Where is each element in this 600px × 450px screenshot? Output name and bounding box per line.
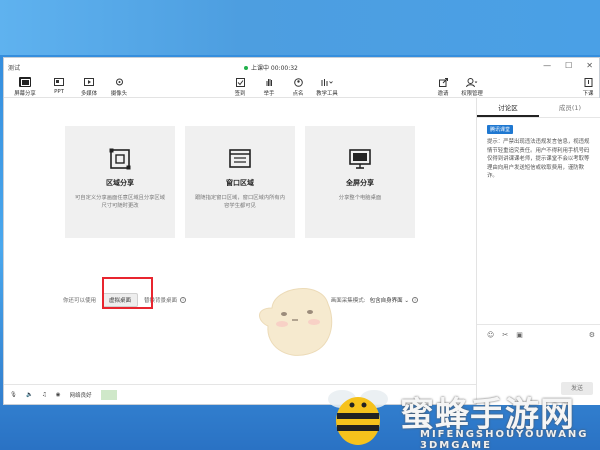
- ppt-icon: [53, 77, 65, 87]
- chat-toolbar: ☺ ✂ ▣ ⚙: [487, 331, 595, 339]
- watermark-subtext: MIFENGSHOUYOUWANG 3DMGAME: [420, 429, 589, 450]
- fullscreen-share-icon: [349, 149, 371, 169]
- rollcall-button[interactable]: 点名: [285, 77, 311, 97]
- window-controls: — ☐ ✕: [543, 61, 593, 70]
- end-class-button[interactable]: 下课: [575, 77, 600, 97]
- capture-mode-select[interactable]: 包含自身界面 ⌄: [370, 296, 409, 304]
- card-description: 分享整个电脑桌面: [338, 195, 382, 201]
- notice-text: 提示：严禁出现违法违规发言信息，视违规情节轻重追究责任。用户不得利用手机号码仅得…: [487, 139, 590, 179]
- platform-badge: 腾讯课堂: [487, 125, 514, 134]
- tab-ppt[interactable]: PPT: [46, 77, 72, 95]
- chevron-down-icon: ⌄: [404, 298, 409, 304]
- titlebar: 测试 上课中 00:00:32 — ☐ ✕: [4, 58, 599, 75]
- close-button[interactable]: ✕: [586, 61, 593, 70]
- info-icon[interactable]: i: [412, 297, 418, 303]
- fullscreen-share-card[interactable]: 全屏分享 分享整个电脑桌面: [305, 126, 415, 238]
- share-panel: 区域分享 可自定义分享画面任意区域且分享区域尺寸可随时更改 窗口区域 跟随指定窗…: [4, 98, 476, 384]
- rollcall-icon: [292, 77, 304, 87]
- image-icon[interactable]: ▣: [516, 331, 523, 339]
- permission-icon: [466, 77, 478, 87]
- maximize-button[interactable]: ☐: [565, 61, 572, 70]
- invite-icon: [437, 77, 449, 87]
- desktop-background: [0, 0, 600, 55]
- tab-members[interactable]: 成员(1): [539, 98, 600, 117]
- region-share-icon: [109, 148, 131, 170]
- minimize-button[interactable]: —: [543, 61, 551, 70]
- camera-status-icon[interactable]: ◉: [56, 392, 61, 398]
- tab-screen-share[interactable]: 屏幕分享: [12, 77, 38, 97]
- tab-label: PPT: [54, 89, 64, 95]
- music-icon[interactable]: ♫: [42, 392, 47, 398]
- tab-label: 多媒体: [80, 91, 98, 97]
- card-title: 区域分享: [106, 179, 134, 187]
- region-share-card[interactable]: 区域分享 可自定义分享画面任意区域且分享区域尺寸可随时更改: [65, 126, 175, 238]
- card-description: 可自定义分享画面任意区域且分享区域尺寸可随时更改: [74, 195, 166, 209]
- network-indicator: [100, 390, 117, 400]
- checkin-button[interactable]: 签到: [227, 77, 253, 97]
- hand-icon: [263, 77, 275, 87]
- raise-hand-button[interactable]: 举手: [256, 77, 282, 97]
- session-status: 上课中 00:00:32: [244, 63, 298, 72]
- permission-label: 权限管理: [461, 91, 483, 97]
- raise-hand-label: 举手: [263, 91, 275, 97]
- card-title: 全屏分享: [346, 179, 374, 187]
- teaching-tools-button[interactable]: 教学工具: [314, 77, 340, 97]
- window-share-icon: [229, 149, 251, 168]
- microphone-icon[interactable]: 🎙: [10, 392, 17, 398]
- scissors-icon[interactable]: ✂: [502, 331, 508, 339]
- highlight-box: [102, 277, 153, 309]
- tab-media[interactable]: 多媒体: [76, 77, 102, 97]
- tab-label: 摄像头: [110, 91, 128, 97]
- session-timer: 上课中 00:00:32: [251, 65, 298, 72]
- permission-button[interactable]: 权限管理: [457, 77, 487, 97]
- sidebar-tabs: 讨论区 成员(1): [477, 98, 600, 118]
- screen-share-icon: [19, 77, 31, 87]
- capture-mode-value: 包含自身界面: [369, 298, 403, 304]
- checkin-label: 签到: [234, 91, 246, 97]
- network-status: 网络良好: [69, 393, 92, 399]
- live-dot-icon: [244, 65, 248, 70]
- mascot-watermark: [259, 288, 333, 356]
- exit-icon: [582, 77, 594, 87]
- window-title: 测试: [8, 65, 21, 72]
- sidebar-divider: [477, 324, 600, 325]
- site-watermark: 蜜蜂手游网 MIFENGSHOUYOUWANG 3DMGAME: [322, 385, 600, 450]
- tab-label: 屏幕分享: [14, 91, 36, 97]
- rollcall-label: 点名: [292, 91, 304, 97]
- speaker-icon[interactable]: 🔈: [26, 392, 33, 398]
- discussion-sidebar: 讨论区 成员(1) 腾讯课堂 提示：严禁出现违法违规发言信息，视违规情节轻重追究…: [476, 98, 600, 405]
- invite-button[interactable]: 邀请: [430, 77, 456, 97]
- tab-camera[interactable]: 摄像头: [106, 77, 132, 97]
- camera-icon: [113, 77, 125, 87]
- tools-icon: [321, 77, 333, 87]
- tab-discussion[interactable]: 讨论区: [477, 98, 539, 117]
- info-icon[interactable]: i: [180, 297, 187, 303]
- card-description: 跟随指定窗口区域，窗口区域内所有内容学生都可见: [194, 195, 286, 209]
- settings-icon[interactable]: ⚙: [589, 331, 595, 339]
- checkin-icon: [234, 77, 246, 87]
- end-class-label: 下课: [582, 91, 594, 97]
- teaching-tools-label: 教学工具: [316, 91, 338, 97]
- toolbar: 屏幕分享 PPT 多媒体 摄像头 签到 举手 点名 教学工具 邀请 权限管理 下…: [4, 75, 599, 97]
- app-window: 测试 上课中 00:00:32 — ☐ ✕ 屏幕分享 PPT 多媒体 摄像头 签…: [3, 57, 600, 405]
- invite-label: 邀请: [437, 91, 449, 97]
- media-icon: [83, 77, 95, 87]
- window-share-card[interactable]: 窗口区域 跟随指定窗口区域，窗口区域内所有内容学生都可见: [185, 126, 295, 238]
- bee-logo: [328, 390, 388, 445]
- card-title: 窗口区域: [226, 179, 254, 187]
- options-prefix: 你还可以使用: [63, 298, 97, 304]
- emoji-icon[interactable]: ☺: [487, 331, 494, 339]
